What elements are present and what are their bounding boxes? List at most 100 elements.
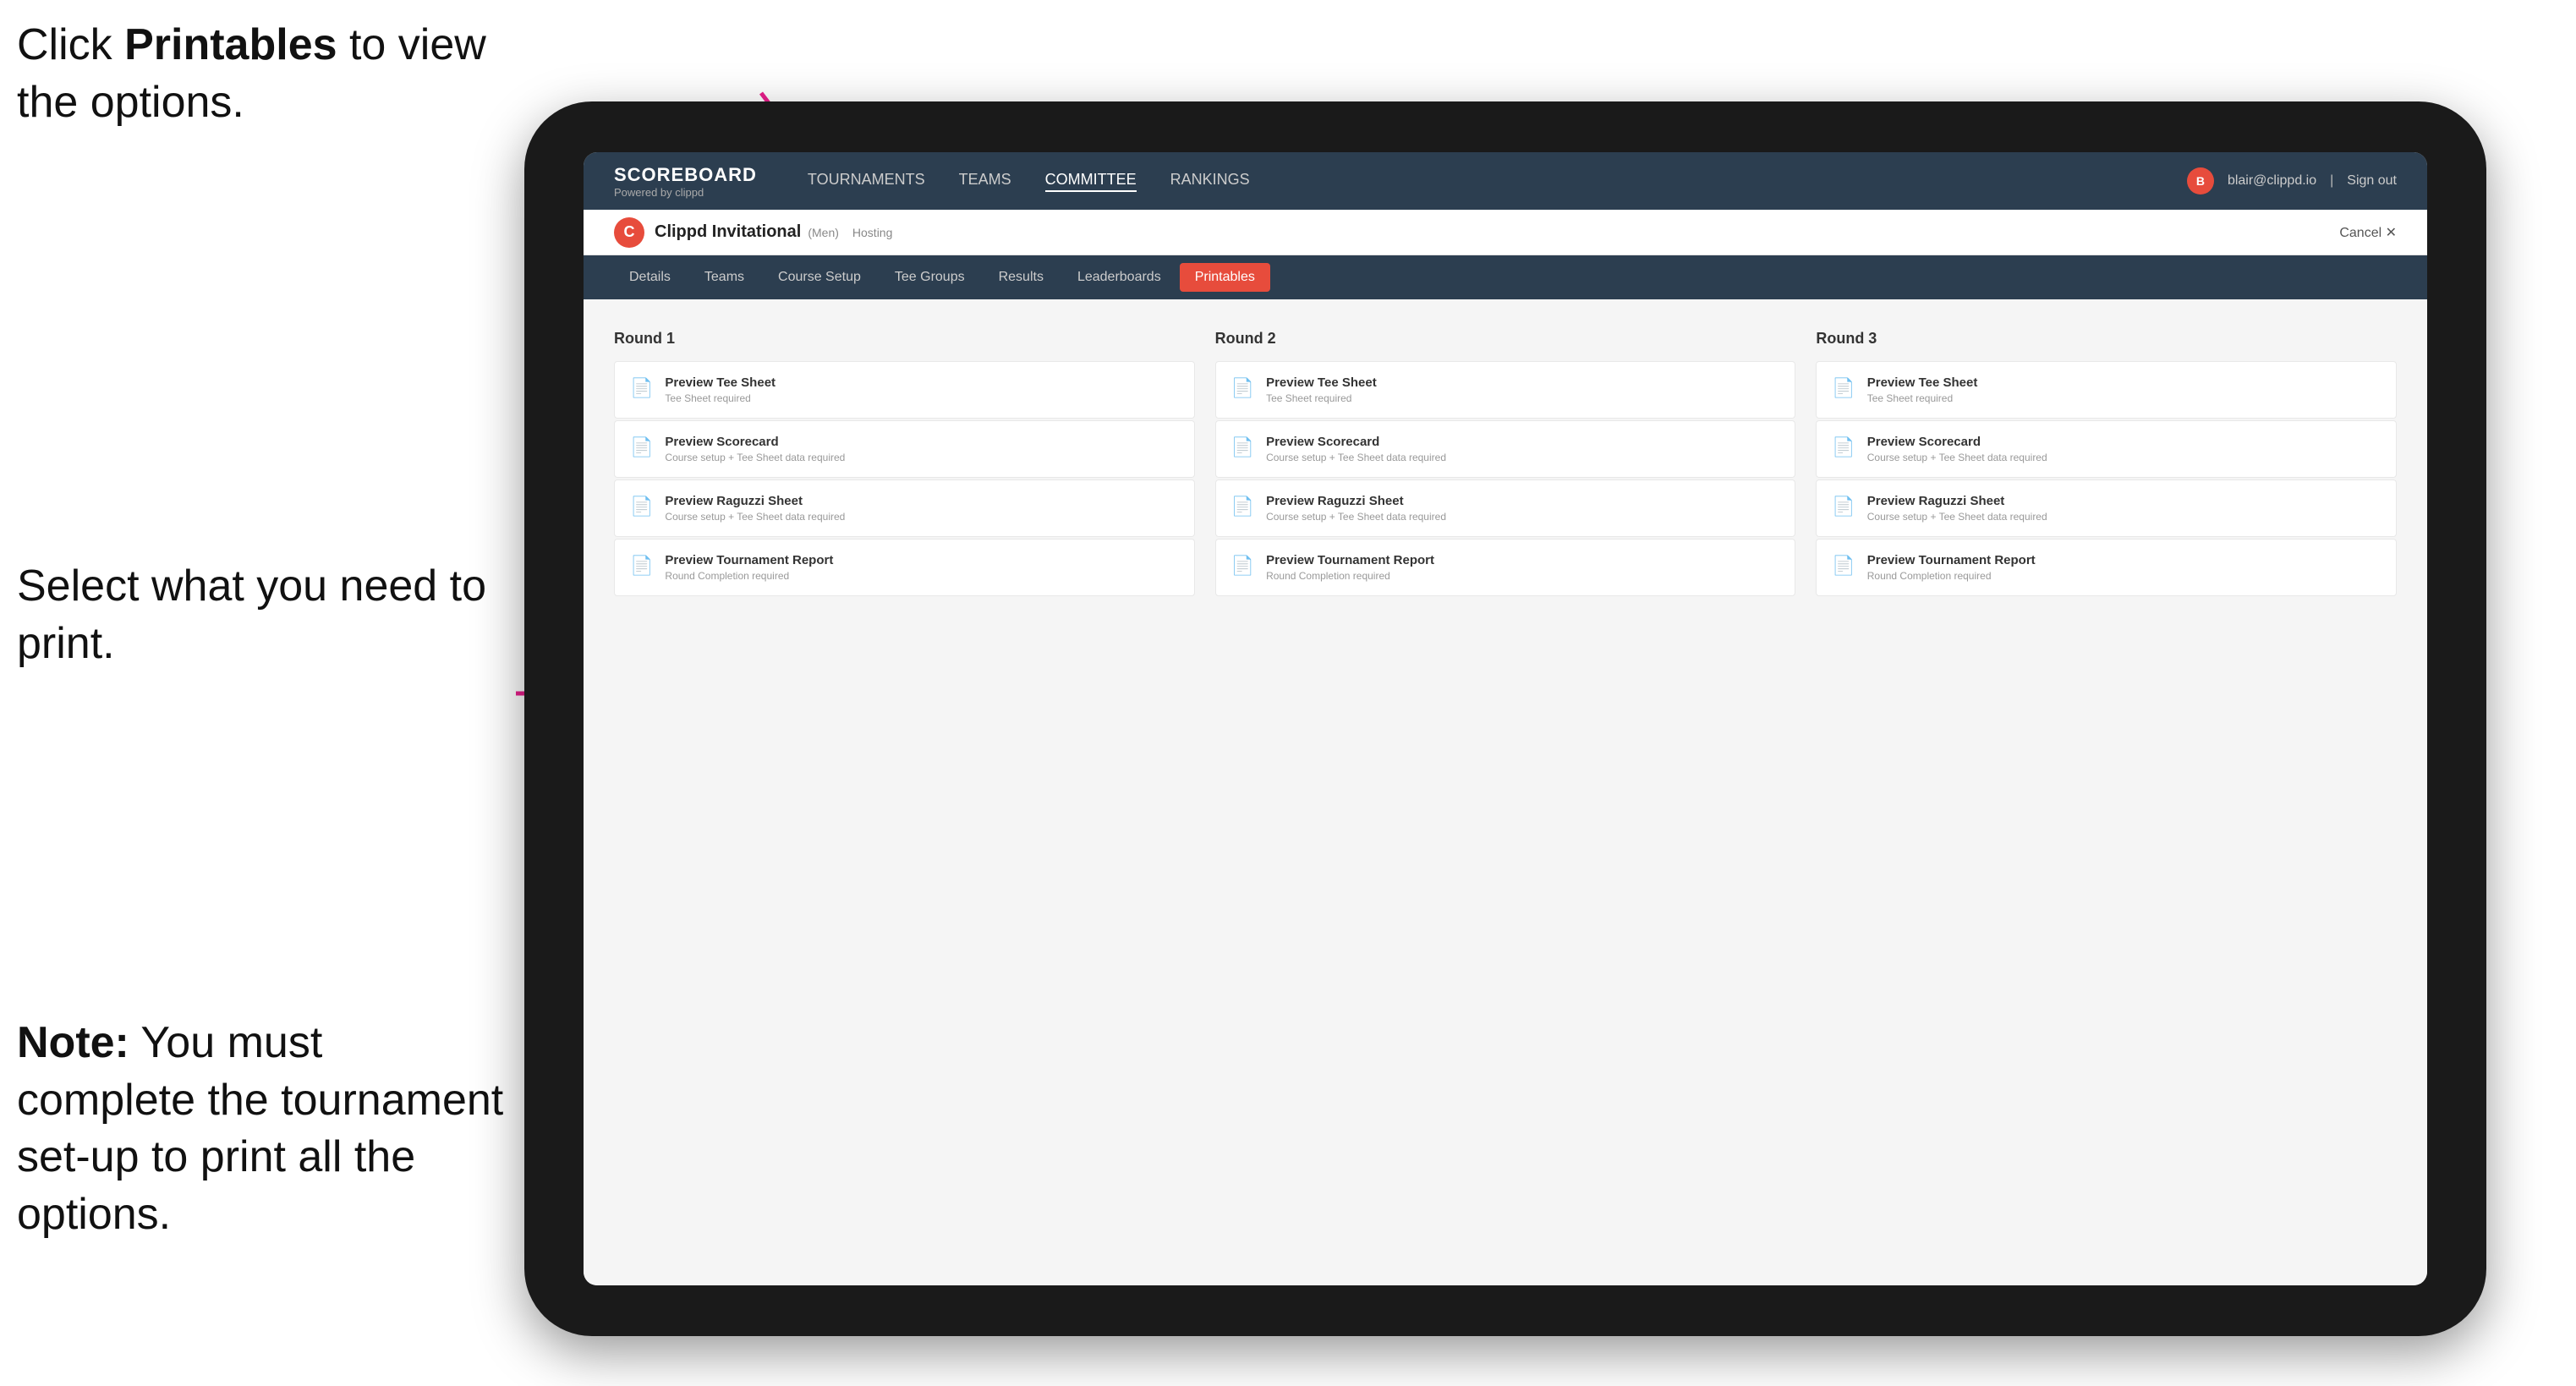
round-1-raguzzi[interactable]: 📄 Preview Raguzzi Sheet Course setup + T… — [614, 479, 1195, 537]
r2-scorecard-sub: Course setup + Tee Sheet data required — [1266, 452, 1446, 463]
tab-leaderboards[interactable]: Leaderboards — [1062, 263, 1176, 292]
tournament-report-sub: Round Completion required — [665, 570, 833, 582]
main-content: Round 1 📄 Preview Tee Sheet Tee Sheet re… — [584, 299, 2427, 1285]
round-1-cards: 📄 Preview Tee Sheet Tee Sheet required 📄… — [614, 361, 1195, 596]
tournament-hosting: Hosting — [852, 226, 892, 239]
tab-details[interactable]: Details — [614, 263, 686, 292]
r3-tournament-report-title: Preview Tournament Report — [1867, 553, 2036, 567]
nav-teams[interactable]: TEAMS — [959, 171, 1011, 192]
rounds-grid: Round 1 📄 Preview Tee Sheet Tee Sheet re… — [614, 330, 2397, 596]
round-2-tee-sheet[interactable]: 📄 Preview Tee Sheet Tee Sheet required — [1215, 361, 1796, 419]
raguzzi-info: Preview Raguzzi Sheet Course setup + Tee… — [665, 494, 845, 523]
round-1-tee-sheet[interactable]: 📄 Preview Tee Sheet Tee Sheet required — [614, 361, 1195, 419]
round-1-section: Round 1 📄 Preview Tee Sheet Tee Sheet re… — [614, 330, 1195, 596]
raguzzi-icon: 📄 — [630, 496, 653, 518]
sign-out-link[interactable]: Sign out — [2347, 173, 2397, 189]
r2-tee-sheet-icon: 📄 — [1231, 377, 1254, 399]
round-1-label: Round 1 — [614, 330, 1195, 348]
round-2-tournament-report[interactable]: 📄 Preview Tournament Report Round Comple… — [1215, 539, 1796, 596]
r3-scorecard-icon: 📄 — [1832, 436, 1855, 458]
tab-teams[interactable]: Teams — [689, 263, 759, 292]
round-3-scorecard[interactable]: 📄 Preview Scorecard Course setup + Tee S… — [1816, 420, 2397, 478]
scoreboard-logo: SCOREBOARD Powered by clippd — [614, 164, 757, 199]
annotation-bottom: Note: You must complete the tournament s… — [17, 1015, 507, 1243]
scoreboard-sub: Powered by clippd — [614, 186, 757, 199]
tee-sheet-title: Preview Tee Sheet — [665, 375, 776, 390]
r3-raguzzi-sub: Course setup + Tee Sheet data required — [1867, 511, 2047, 523]
scorecard-icon: 📄 — [630, 436, 653, 458]
r2-tee-sheet-sub: Tee Sheet required — [1266, 392, 1377, 404]
r3-scorecard-sub: Course setup + Tee Sheet data required — [1867, 452, 2047, 463]
user-email: blair@clippd.io — [2228, 173, 2316, 189]
r3-raguzzi-info: Preview Raguzzi Sheet Course setup + Tee… — [1867, 494, 2047, 523]
raguzzi-title: Preview Raguzzi Sheet — [665, 494, 845, 508]
round-2-label: Round 2 — [1215, 330, 1796, 348]
r2-raguzzi-title: Preview Raguzzi Sheet — [1266, 494, 1446, 508]
tournament-bar: C Clippd Invitational (Men) Hosting Canc… — [584, 210, 2427, 255]
sub-nav: Details Teams Course Setup Tee Groups Re… — [584, 255, 2427, 299]
scorecard-sub: Course setup + Tee Sheet data required — [665, 452, 845, 463]
r2-scorecard-title: Preview Scorecard — [1266, 435, 1446, 449]
tab-tee-groups[interactable]: Tee Groups — [880, 263, 980, 292]
r2-tee-sheet-title: Preview Tee Sheet — [1266, 375, 1377, 390]
tab-printables[interactable]: Printables — [1180, 263, 1270, 292]
r3-tee-sheet-title: Preview Tee Sheet — [1867, 375, 1978, 390]
tournament-tag: (Men) — [808, 226, 839, 239]
r3-tournament-report-icon: 📄 — [1832, 555, 1855, 577]
printables-bold: Printables — [124, 20, 337, 69]
r3-tee-sheet-info: Preview Tee Sheet Tee Sheet required — [1867, 375, 1978, 404]
tournament-report-title: Preview Tournament Report — [665, 553, 833, 567]
nav-tournaments[interactable]: TOURNAMENTS — [808, 171, 925, 192]
tab-course-setup[interactable]: Course Setup — [763, 263, 876, 292]
tablet-frame: SCOREBOARD Powered by clippd TOURNAMENTS… — [524, 101, 2486, 1336]
round-2-section: Round 2 📄 Preview Tee Sheet Tee Sheet re… — [1215, 330, 1796, 596]
tournament-report-icon: 📄 — [630, 555, 653, 577]
r2-raguzzi-icon: 📄 — [1231, 496, 1254, 518]
r3-raguzzi-title: Preview Raguzzi Sheet — [1867, 494, 2047, 508]
round-3-label: Round 3 — [1816, 330, 2397, 348]
r3-tee-sheet-sub: Tee Sheet required — [1867, 392, 1978, 404]
tournament-logo: C — [614, 217, 644, 248]
round-2-cards: 📄 Preview Tee Sheet Tee Sheet required 📄… — [1215, 361, 1796, 596]
tournament-name: Clippd Invitational — [655, 222, 801, 242]
r3-tournament-report-info: Preview Tournament Report Round Completi… — [1867, 553, 2036, 582]
tablet-screen: SCOREBOARD Powered by clippd TOURNAMENTS… — [584, 152, 2427, 1285]
nav-committee[interactable]: COMMITTEE — [1045, 171, 1137, 192]
tee-sheet-icon: 📄 — [630, 377, 653, 399]
nav-rankings[interactable]: RANKINGS — [1170, 171, 1250, 192]
annotation-middle: Select what you need to print. — [17, 558, 491, 672]
tee-sheet-sub: Tee Sheet required — [665, 392, 776, 404]
r2-tournament-report-icon: 📄 — [1231, 555, 1254, 577]
r3-scorecard-title: Preview Scorecard — [1867, 435, 2047, 449]
round-3-tournament-report[interactable]: 📄 Preview Tournament Report Round Comple… — [1816, 539, 2397, 596]
round-3-raguzzi[interactable]: 📄 Preview Raguzzi Sheet Course setup + T… — [1816, 479, 2397, 537]
tournament-report-info: Preview Tournament Report Round Completi… — [665, 553, 833, 582]
r3-raguzzi-icon: 📄 — [1832, 496, 1855, 518]
r2-tee-sheet-info: Preview Tee Sheet Tee Sheet required — [1266, 375, 1377, 404]
annotation-top: Click Printables to view the options. — [17, 17, 507, 131]
r3-tournament-report-sub: Round Completion required — [1867, 570, 2036, 582]
top-nav: SCOREBOARD Powered by clippd TOURNAMENTS… — [584, 152, 2427, 210]
scorecard-info: Preview Scorecard Course setup + Tee She… — [665, 435, 845, 463]
round-2-raguzzi[interactable]: 📄 Preview Raguzzi Sheet Course setup + T… — [1215, 479, 1796, 537]
round-1-scorecard[interactable]: 📄 Preview Scorecard Course setup + Tee S… — [614, 420, 1195, 478]
nav-links: TOURNAMENTS TEAMS COMMITTEE RANKINGS — [808, 171, 2187, 192]
r2-tournament-report-title: Preview Tournament Report — [1266, 553, 1434, 567]
raguzzi-sub: Course setup + Tee Sheet data required — [665, 511, 845, 523]
scorecard-title: Preview Scorecard — [665, 435, 845, 449]
round-3-section: Round 3 📄 Preview Tee Sheet Tee Sheet re… — [1816, 330, 2397, 596]
r3-scorecard-info: Preview Scorecard Course setup + Tee She… — [1867, 435, 2047, 463]
r2-raguzzi-sub: Course setup + Tee Sheet data required — [1266, 511, 1446, 523]
r2-scorecard-info: Preview Scorecard Course setup + Tee She… — [1266, 435, 1446, 463]
tab-results[interactable]: Results — [984, 263, 1059, 292]
r2-raguzzi-info: Preview Raguzzi Sheet Course setup + Tee… — [1266, 494, 1446, 523]
round-1-tournament-report[interactable]: 📄 Preview Tournament Report Round Comple… — [614, 539, 1195, 596]
cancel-button[interactable]: Cancel ✕ — [2339, 224, 2397, 241]
tee-sheet-info: Preview Tee Sheet Tee Sheet required — [665, 375, 776, 404]
r2-tournament-report-info: Preview Tournament Report Round Completi… — [1266, 553, 1434, 582]
nav-user: B blair@clippd.io | Sign out — [2187, 167, 2397, 194]
round-2-scorecard[interactable]: 📄 Preview Scorecard Course setup + Tee S… — [1215, 420, 1796, 478]
round-3-tee-sheet[interactable]: 📄 Preview Tee Sheet Tee Sheet required — [1816, 361, 2397, 419]
scoreboard-title: SCOREBOARD — [614, 164, 757, 186]
r3-tee-sheet-icon: 📄 — [1832, 377, 1855, 399]
